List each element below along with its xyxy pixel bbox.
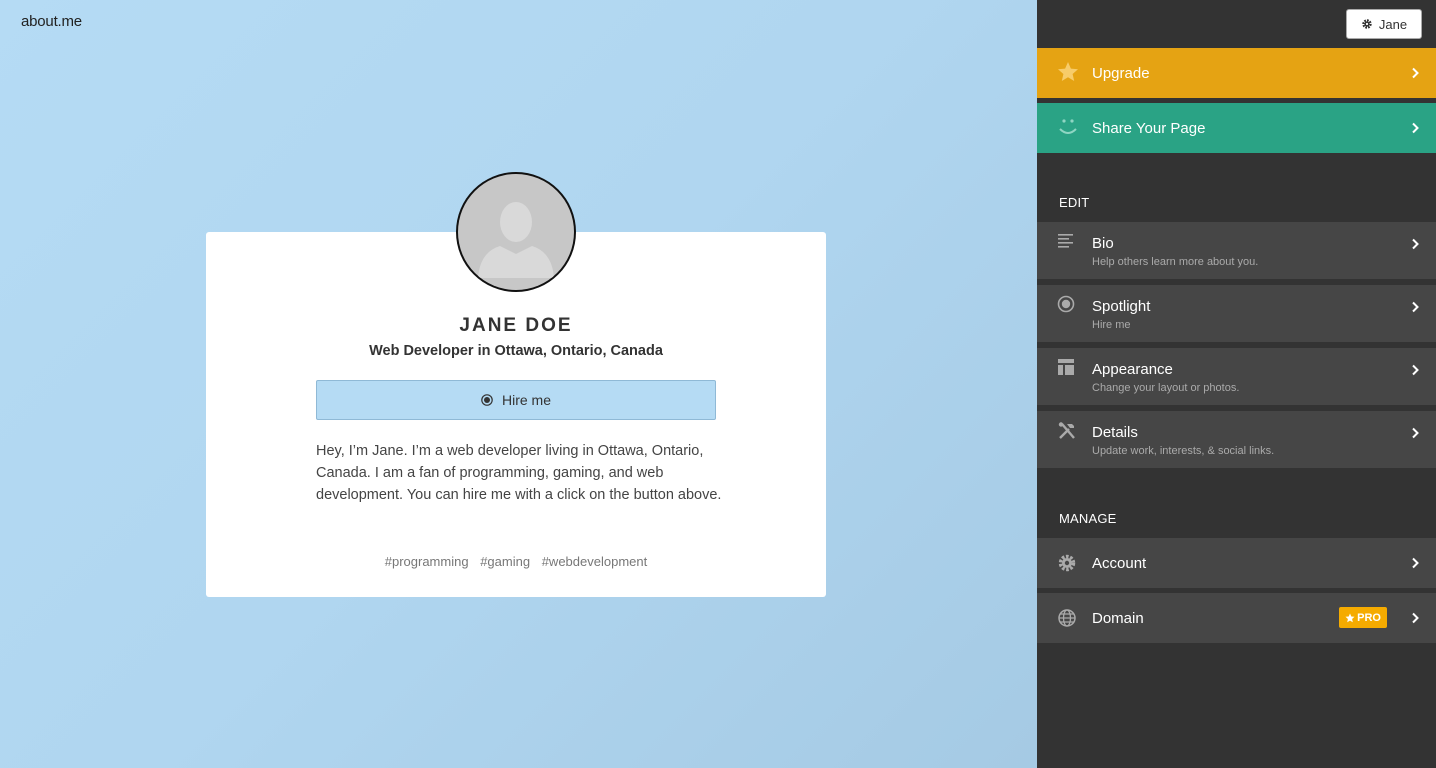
share-page-label: Share Your Page [1092,120,1206,137]
appearance-label: Appearance [1092,361,1173,378]
account-label: Account [1092,555,1147,572]
chevron-right-icon [1412,238,1419,250]
avatar-placeholder [458,174,574,290]
tag-gaming[interactable]: #gaming [480,554,530,569]
manage-section-heading: MANAGE [1059,511,1117,526]
details-label: Details [1092,424,1138,441]
edit-section-heading: EDIT [1059,195,1090,210]
chevron-right-icon [1412,612,1419,624]
gear-icon [1058,554,1076,572]
upgrade-label: Upgrade [1092,65,1150,82]
pro-badge: PRO [1339,607,1387,628]
share-page-row[interactable]: Share Your Page [1037,103,1436,153]
editor-sidebar: Jane Upgrade Share Your Page EDIT Bio He… [1037,0,1436,768]
bio-subtitle: Help others learn more about you. [1092,256,1259,268]
pro-badge-label: PRO [1357,611,1381,624]
upgrade-row[interactable]: Upgrade [1037,48,1436,98]
profile-canvas: about.me JANE DOE Web Developer in Ottaw… [0,0,1037,768]
interest-tags: #programming #gaming #webdevelopment [206,554,826,569]
profile-name: JANE DOE [459,315,573,336]
chevron-right-icon [1412,364,1419,376]
spotlight-subtitle: Hire me [1092,319,1131,331]
person-silhouette-icon [478,202,554,278]
target-icon [481,394,493,406]
spotlight-label: Spotlight [1092,298,1151,315]
sidebar-item-account[interactable]: Account [1037,538,1436,588]
gear-icon [1362,19,1372,29]
details-subtitle: Update work, interests, & social links. [1092,445,1275,457]
star-icon [1345,613,1355,622]
layout-icon [1058,359,1074,375]
sidebar-item-bio[interactable]: Bio Help others learn more about you. [1037,222,1436,279]
bio-label: Bio [1092,235,1114,252]
hire-me-button[interactable]: Hire me [316,380,716,420]
bio-lines-icon [1058,234,1073,248]
target-icon [1057,295,1075,313]
sidebar-item-spotlight[interactable]: Spotlight Hire me [1037,285,1436,342]
sidebar-item-domain[interactable]: Domain PRO [1037,593,1436,643]
hire-me-label: Hire me [501,392,551,408]
tools-icon [1058,422,1075,439]
appearance-subtitle: Change your layout or photos. [1092,382,1240,394]
chevron-right-icon [1412,301,1419,313]
tag-programming[interactable]: #programming [385,554,469,569]
sidebar-item-appearance[interactable]: Appearance Change your layout or photos. [1037,348,1436,405]
domain-label: Domain [1092,610,1144,627]
smiley-icon [1059,119,1077,134]
about-me-logo[interactable]: about.me [21,13,82,30]
chevron-right-icon [1412,427,1419,439]
tag-webdevelopment[interactable]: #webdevelopment [542,554,648,569]
user-name: Jane [1378,16,1408,32]
avatar[interactable] [456,172,576,292]
chevron-right-icon [1412,122,1419,134]
star-icon [1058,62,1078,81]
sidebar-item-details[interactable]: Details Update work, interests, & social… [1037,411,1436,468]
chevron-right-icon [1412,67,1419,79]
chevron-right-icon [1412,557,1419,569]
globe-icon [1058,609,1076,627]
profile-headline: Web Developer in Ottawa, Ontario, Canada [369,343,663,359]
profile-bio: Hey, I’m Jane. I’m a web developer livin… [316,443,722,503]
user-menu-button[interactable]: Jane [1346,9,1422,39]
